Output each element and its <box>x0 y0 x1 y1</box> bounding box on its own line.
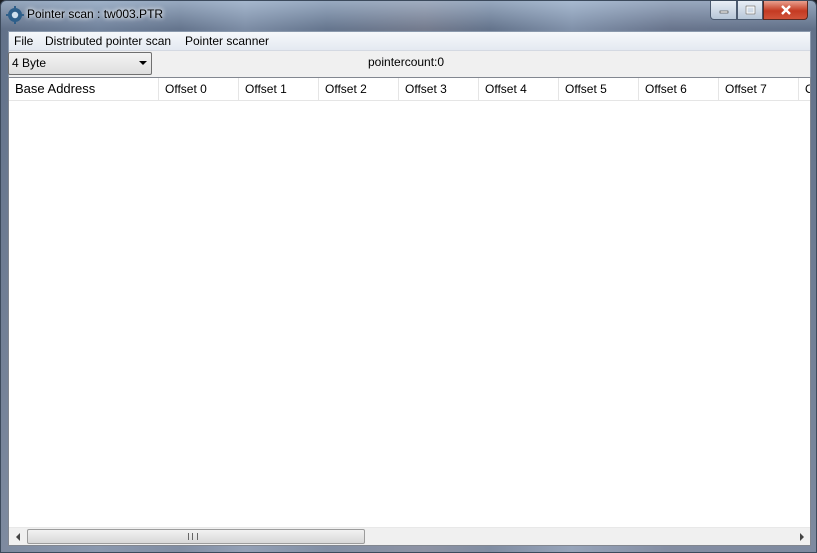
horizontal-scrollbar[interactable] <box>9 527 810 545</box>
value-type-selected: 4 Byte <box>12 56 47 70</box>
column-header-offset-1[interactable]: Offset 1 <box>239 78 319 100</box>
column-header-offset-7[interactable]: Offset 7 <box>719 78 799 100</box>
column-header-offset-2[interactable]: Offset 2 <box>319 78 399 100</box>
window-client-area: File Distributed pointer scan Pointer sc… <box>8 31 811 546</box>
column-header-offset-5[interactable]: Offset 5 <box>559 78 639 100</box>
menu-file[interactable]: File <box>14 34 33 48</box>
menu-bar: File Distributed pointer scan Pointer sc… <box>9 32 810 51</box>
scrollbar-grip-icon <box>188 533 198 540</box>
column-header-offset-0[interactable]: Offset 0 <box>159 78 239 100</box>
column-header-offset-8-partial[interactable]: O <box>799 78 810 100</box>
window-title: Pointer scan : tw003.PTR <box>27 7 164 21</box>
minimize-button[interactable] <box>710 1 737 20</box>
column-header-offset-3[interactable]: Offset 3 <box>399 78 479 100</box>
scroll-right-icon <box>799 532 804 541</box>
menu-pointer-scanner[interactable]: Pointer scanner <box>185 34 269 48</box>
pointer-scan-window: Pointer scan : tw003.PTR File Distribute… <box>0 0 817 553</box>
title-bar[interactable]: Pointer scan : tw003.PTR <box>1 1 816 29</box>
scrollbar-thumb[interactable] <box>27 529 365 544</box>
maximize-button[interactable] <box>737 1 763 20</box>
column-header-base-address[interactable]: Base Address <box>9 78 159 100</box>
pointer-results-list[interactable]: Base Address Offset 0 Offset 1 Offset 2 … <box>8 77 811 546</box>
close-button[interactable] <box>763 1 808 20</box>
close-icon <box>780 5 791 15</box>
toolbar: 4 Byte pointercount:0 <box>8 51 810 75</box>
column-header-offset-6[interactable]: Offset 6 <box>639 78 719 100</box>
scroll-right-button[interactable] <box>793 528 810 545</box>
maximize-icon <box>745 5 755 15</box>
scroll-left-icon <box>15 532 20 541</box>
menu-distributed-pointer-scan[interactable]: Distributed pointer scan <box>45 34 171 48</box>
cheat-engine-gear-icon <box>6 6 24 24</box>
pointer-count-label: pointercount:0 <box>368 55 445 69</box>
chevron-down-icon <box>139 61 147 65</box>
value-type-dropdown[interactable]: 4 Byte <box>8 52 152 75</box>
window-controls <box>710 1 808 20</box>
column-header-offset-4[interactable]: Offset 4 <box>479 78 559 100</box>
results-header: Base Address Offset 0 Offset 1 Offset 2 … <box>9 78 810 101</box>
minimize-icon <box>719 10 728 14</box>
scroll-left-button[interactable] <box>9 528 26 545</box>
